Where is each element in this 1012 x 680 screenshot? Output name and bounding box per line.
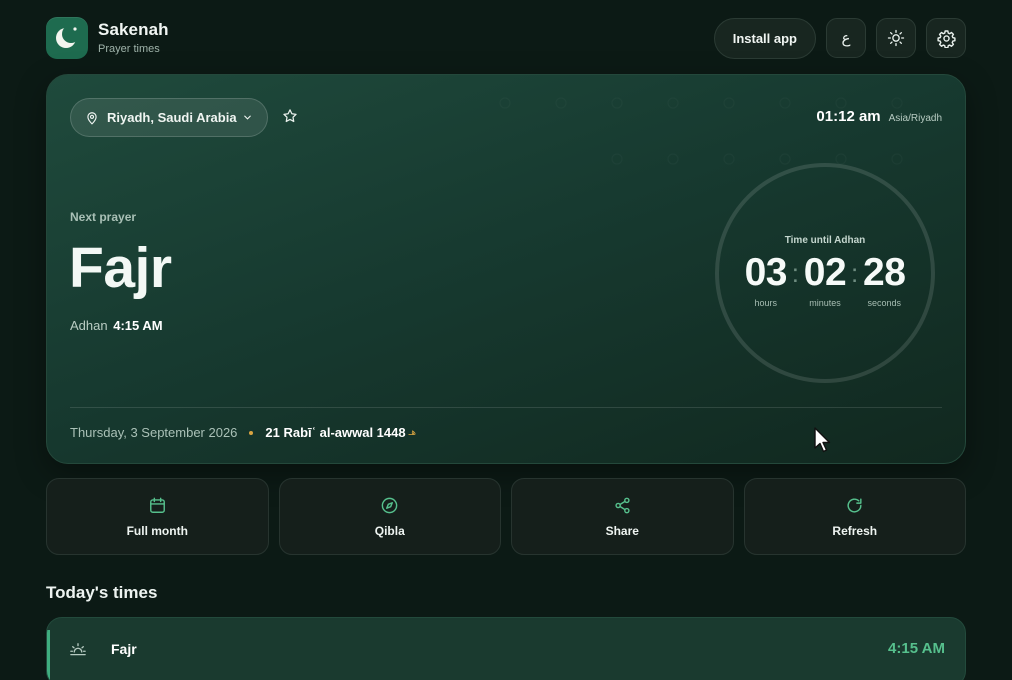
map-pin-icon	[85, 111, 99, 125]
countdown-values: 03 hours : 02 minutes : 28 seconds	[738, 251, 912, 309]
chevron-down-icon	[242, 112, 253, 123]
calendar-icon	[148, 495, 167, 515]
app-logo[interactable]	[46, 17, 88, 59]
refresh-label: Refresh	[832, 524, 878, 538]
card-divider	[70, 407, 942, 408]
next-prayer-name: Fajr	[69, 236, 172, 300]
countdown: Time until Adhan 03 hours : 02 minutes :…	[713, 161, 937, 385]
date-separator-dot	[249, 430, 254, 435]
countdown-title: Time until Adhan	[784, 235, 866, 246]
star-icon	[283, 109, 297, 123]
hours-value: 03	[744, 251, 788, 294]
quick-actions: Full month Qibla Share Refresh	[46, 478, 966, 555]
mouse-cursor-icon	[814, 427, 831, 453]
location-label: Riyadh, Saudi Arabia	[107, 110, 237, 125]
compass-icon	[380, 495, 399, 515]
full-month-label: Full month	[126, 524, 188, 538]
next-prayer-card: Riyadh, Saudi Arabia 01:12 am Asia/Riyad…	[46, 74, 966, 464]
adhan-time: Adhan 4:15 AM	[70, 318, 163, 333]
install-app-button[interactable]: Install app	[713, 17, 816, 59]
next-prayer-label: Next prayer	[70, 210, 137, 224]
moon-icon	[56, 25, 80, 48]
adhan-label: Adhan	[70, 318, 108, 333]
qibla-label: Qibla	[374, 524, 405, 538]
top-bar: Sakenah Prayer times Install app ع	[46, 17, 966, 59]
active-indicator	[47, 630, 50, 680]
hijri-date: 21 Rabīʿ al-awwal 1448	[265, 425, 406, 440]
current-time-value: 01:12 am	[816, 108, 881, 125]
todays-times-heading: Today's times	[46, 583, 158, 602]
prayer-name: Fajr	[111, 641, 137, 657]
seconds-value: 28	[863, 251, 906, 294]
share-button[interactable]: Share	[511, 478, 734, 555]
location-selector[interactable]: Riyadh, Saudi Arabia	[70, 98, 268, 137]
minutes-value: 02	[803, 251, 847, 294]
hijri-suffix: هـ	[408, 427, 416, 437]
countdown-ring: Time until Adhan 03 hours : 02 minutes :…	[713, 161, 937, 385]
date-row: Thursday, 3 September 2026 21 Rabīʿ al-a…	[70, 425, 416, 440]
refresh-icon	[845, 495, 864, 515]
timezone-label: Asia/Riyadh	[888, 113, 942, 124]
full-month-button[interactable]: Full month	[46, 478, 269, 555]
share-label: Share	[605, 524, 639, 538]
language-toggle-button[interactable]: ع	[826, 18, 866, 58]
current-time: 01:12 am Asia/Riyadh	[816, 108, 942, 125]
countdown-hours: 03 hours	[738, 251, 794, 309]
adhan-time-value: 4:15 AM	[113, 318, 163, 333]
countdown-minutes: 02 minutes	[797, 251, 853, 309]
theme-toggle-button[interactable]	[876, 18, 916, 58]
brand: Sakenah Prayer times	[98, 20, 169, 56]
settings-button[interactable]	[926, 18, 966, 58]
header-actions: Install app ع	[713, 17, 966, 59]
hours-label: hours	[754, 298, 778, 308]
seconds-label: seconds	[867, 298, 901, 308]
countdown-seconds: 28 seconds	[856, 251, 912, 309]
refresh-button[interactable]: Refresh	[743, 478, 966, 555]
app-name: Sakenah	[98, 20, 169, 39]
prayer-time: 4:15 AM	[888, 640, 945, 657]
prayer-row-fajr[interactable]: Fajr 4:15 AM	[46, 617, 966, 680]
gregorian-date: Thursday, 3 September 2026	[70, 425, 238, 440]
favorite-star-button[interactable]	[282, 108, 298, 124]
qibla-button[interactable]: Qibla	[278, 478, 501, 555]
app-subtitle: Prayer times	[98, 43, 160, 55]
gear-icon	[936, 29, 956, 48]
sunrise-icon	[69, 640, 87, 658]
prayer-times-list: Fajr 4:15 AM	[46, 617, 966, 680]
sun-icon	[887, 29, 905, 47]
minutes-label: minutes	[809, 298, 841, 308]
share-icon	[613, 495, 632, 515]
app-root: Sakenah Prayer times Install app ع Riyad…	[0, 0, 1012, 680]
